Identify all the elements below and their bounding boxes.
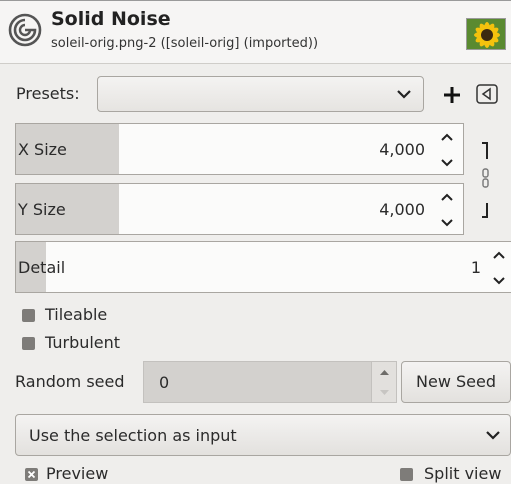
- checkmark-icon: [27, 470, 36, 479]
- y-size-value: 4,000: [379, 200, 425, 219]
- chevron-down-icon: [486, 431, 500, 440]
- x-size-increment-button[interactable]: [431, 124, 463, 150]
- presets-dropdown[interactable]: [97, 76, 424, 112]
- presets-label: Presets:: [16, 84, 80, 103]
- stepper-down-icon[interactable]: [372, 383, 397, 403]
- turbulent-checkbox-box[interactable]: [22, 337, 35, 350]
- random-seed-value: 0: [159, 373, 170, 392]
- input-mode-value: Use the selection as input: [29, 426, 237, 445]
- random-seed-stepper[interactable]: [372, 361, 397, 403]
- split-view-checkbox[interactable]: Split view: [400, 464, 511, 484]
- detail-increment-button[interactable]: [487, 242, 511, 268]
- tileable-label: Tileable: [45, 305, 108, 324]
- image-thumbnail: [466, 18, 506, 50]
- tileable-checkbox-box[interactable]: [22, 309, 35, 322]
- y-size-increment-button[interactable]: [431, 184, 463, 210]
- detail-label: Detail: [18, 258, 66, 277]
- detail-value: 1: [470, 258, 481, 277]
- solid-noise-dialog: Solid Noise soleil-orig.png-2 ([soleil-o…: [0, 0, 511, 484]
- turbulent-label: Turbulent: [45, 333, 121, 352]
- split-view-checkbox-box[interactable]: [400, 468, 413, 481]
- x-size-decrement-button[interactable]: [431, 150, 463, 176]
- x-size-spinscale[interactable]: X Size 4,000: [15, 123, 464, 175]
- preview-label: Preview: [46, 464, 109, 483]
- chain-link-icon[interactable]: [473, 135, 499, 223]
- split-view-label: Split view: [424, 464, 502, 483]
- y-size-label: Y Size: [18, 200, 66, 219]
- random-seed-label: Random seed: [15, 372, 125, 391]
- new-seed-button[interactable]: New Seed: [401, 361, 511, 403]
- presets-menu-button[interactable]: [476, 84, 498, 104]
- x-size-value: 4,000: [379, 140, 425, 159]
- y-size-spinscale[interactable]: Y Size 4,000: [15, 183, 464, 235]
- y-size-decrement-button[interactable]: [431, 210, 463, 236]
- detail-spinscale[interactable]: Detail 1: [15, 241, 511, 293]
- input-mode-dropdown[interactable]: Use the selection as input: [15, 414, 511, 456]
- add-preset-button[interactable]: [438, 76, 466, 112]
- chevron-down-icon: [397, 90, 411, 99]
- dialog-header: Solid Noise soleil-orig.png-2 ([soleil-o…: [0, 1, 511, 64]
- detail-decrement-button[interactable]: [487, 268, 511, 294]
- x-size-label: X Size: [18, 140, 67, 159]
- image-subtitle: soleil-orig.png-2 ([soleil-orig] (import…: [51, 36, 319, 51]
- stepper-up-icon[interactable]: [372, 362, 397, 382]
- dialog-title: Solid Noise: [51, 8, 171, 30]
- random-seed-input[interactable]: 0: [143, 361, 372, 403]
- gegl-swirl-icon: [8, 13, 42, 47]
- preview-checkbox-box[interactable]: [25, 468, 38, 481]
